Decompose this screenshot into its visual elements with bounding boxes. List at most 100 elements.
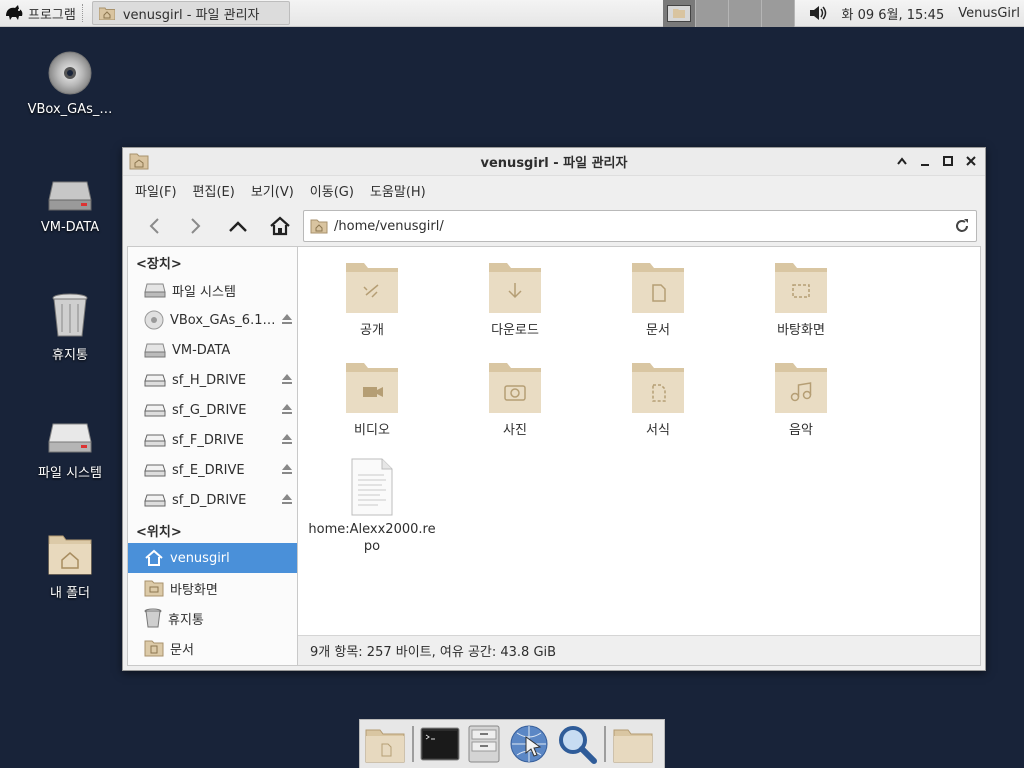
drive-icon	[144, 283, 166, 298]
show-desktop-icon[interactable]	[364, 724, 406, 764]
downloads-folder-icon	[489, 263, 541, 313]
folder-icon[interactable]	[612, 724, 654, 764]
network-drive-icon	[144, 434, 166, 447]
panel-separator	[81, 4, 88, 22]
desktop-icon-label: VM-DATA	[40, 220, 100, 235]
applications-menu-button[interactable]: 프로그램	[0, 0, 80, 27]
window-titlebar[interactable]: venusgirl - 파일 관리자	[123, 148, 985, 176]
menu-view[interactable]: 보기(V)	[251, 181, 294, 200]
workspace-3[interactable]	[729, 0, 763, 27]
file-label: 비디오	[354, 423, 390, 438]
eject-icon[interactable]	[281, 313, 293, 325]
file-item-desktop[interactable]: 바탕화면	[731, 259, 871, 338]
desktop-icon-vm-data[interactable]: VM-DATA	[15, 178, 125, 235]
file-item-repo[interactable]: home:Alexx2000.repo	[302, 457, 442, 555]
top-panel: 프로그램 venusgirl - 파일 관리자 화 09 6월, 15:45 V…	[0, 0, 1024, 27]
trash-icon	[144, 608, 162, 628]
icon-view[interactable]: 공개 다운로드 문서 바탕화면 비디오 사진 서식 음악 home:Alexx2…	[298, 247, 980, 635]
file-item-public[interactable]: 공개	[302, 259, 442, 338]
file-item-documents[interactable]: 문서	[588, 259, 728, 338]
desktop-icon-vbox-cd[interactable]: VBox_GAs_…	[15, 50, 125, 117]
shade-button[interactable]	[894, 153, 910, 169]
sidebar-item-desktop[interactable]: 바탕화면	[128, 573, 297, 603]
desktop-icon-label: 휴지통	[52, 348, 88, 363]
home-icon	[270, 216, 290, 236]
file-item-pictures[interactable]: 사진	[445, 359, 585, 438]
side-pane: <장치> 파일 시스템 VBox_GAs_6.1.34 VM-DATA sf_H…	[127, 246, 297, 666]
sidebar-item-home[interactable]: venusgirl	[128, 543, 297, 573]
sidebar-item-sf-e-drive[interactable]: sf_E_DRIVE	[128, 455, 297, 485]
search-icon[interactable]	[556, 723, 598, 765]
menu-help[interactable]: 도움말(H)	[370, 181, 426, 200]
file-item-downloads[interactable]: 다운로드	[445, 259, 585, 338]
home-folder-icon	[310, 219, 328, 234]
file-item-templates[interactable]: 서식	[588, 359, 728, 438]
cd-icon	[48, 51, 92, 95]
workspace-4[interactable]	[762, 0, 796, 27]
parent-folder-button[interactable]	[217, 208, 259, 244]
back-button[interactable]	[133, 208, 175, 244]
arrow-back-icon	[149, 218, 159, 234]
location-bar[interactable]: /home/venusgirl/	[303, 210, 977, 242]
sidebar-item-sf-d-drive[interactable]: sf_D_DRIVE	[128, 485, 297, 515]
volume-icon[interactable]	[809, 5, 827, 21]
close-icon	[966, 156, 976, 166]
eject-icon[interactable]	[281, 403, 293, 415]
eject-icon[interactable]	[281, 463, 293, 475]
network-drive-icon	[144, 404, 166, 417]
workspace-1[interactable]	[663, 0, 697, 27]
minimize-button[interactable]	[917, 153, 933, 169]
sidebar-item-documents[interactable]: 문서	[128, 633, 297, 663]
minimize-icon	[921, 164, 929, 166]
mini-folder-icon	[673, 9, 686, 18]
dock-separator	[604, 726, 606, 762]
taskbar-window-button[interactable]: venusgirl - 파일 관리자	[91, 1, 290, 25]
maximize-button[interactable]	[940, 153, 956, 169]
dock-separator	[412, 726, 414, 762]
home-button[interactable]	[259, 208, 301, 244]
menu-bar: 파일(F) 편집(E) 보기(V) 이동(G) 도움말(H)	[123, 176, 985, 204]
desktop-icon-filesystem[interactable]: 파일 시스템	[15, 420, 125, 481]
sidebar-item-vm-data[interactable]: VM-DATA	[128, 335, 297, 365]
eject-icon[interactable]	[281, 493, 293, 505]
location-path[interactable]: /home/venusgirl/	[334, 219, 948, 234]
desktop-icon-home[interactable]: 내 폴더	[15, 530, 125, 601]
workspace-2[interactable]	[696, 0, 730, 27]
music-folder-icon	[775, 363, 827, 413]
file-manager-icon[interactable]	[466, 724, 502, 764]
menu-edit[interactable]: 편집(E)	[193, 181, 235, 200]
forward-button[interactable]	[175, 208, 217, 244]
menu-go[interactable]: 이동(G)	[310, 181, 354, 200]
file-label: 바탕화면	[777, 323, 825, 338]
eject-icon[interactable]	[281, 373, 293, 385]
file-label: 서식	[646, 423, 670, 438]
reload-icon[interactable]	[954, 218, 970, 234]
user-menu[interactable]: VenusGirl	[958, 6, 1020, 21]
maximize-icon	[943, 156, 953, 166]
desktop-folder-icon	[144, 580, 164, 597]
window-title: venusgirl - 파일 관리자	[480, 156, 628, 171]
desktop-icon-trash[interactable]: 휴지통	[15, 292, 125, 363]
web-browser-icon[interactable]	[508, 723, 550, 765]
eject-icon[interactable]	[281, 433, 293, 445]
file-item-music[interactable]: 음악	[731, 359, 871, 438]
sidebar-item-filesystem[interactable]: 파일 시스템	[128, 275, 297, 305]
network-drive-icon	[144, 464, 166, 477]
clock[interactable]: 화 09 6월, 15:45	[841, 4, 944, 23]
sidebar-item-trash[interactable]: 휴지통	[128, 603, 297, 633]
home-icon	[145, 549, 163, 566]
close-button[interactable]	[963, 153, 979, 169]
menu-file[interactable]: 파일(F)	[135, 181, 177, 200]
documents-folder-icon	[632, 263, 684, 313]
sidebar-item-vbox-cd[interactable]: VBox_GAs_6.1.34	[128, 305, 297, 335]
sidebar-item-sf-h-drive[interactable]: sf_H_DRIVE	[128, 365, 297, 395]
status-bar: 9개 항목: 257 바이트, 여유 공간: 43.8 GiB	[298, 635, 980, 665]
terminal-icon[interactable]	[420, 726, 460, 762]
sidebar-item-sf-g-drive[interactable]: sf_G_DRIVE	[128, 395, 297, 425]
sidebar-item-sf-f-drive[interactable]: sf_F_DRIVE	[128, 425, 297, 455]
dock-panel	[359, 719, 665, 768]
workspace-switcher[interactable]	[663, 0, 796, 27]
file-item-videos[interactable]: 비디오	[302, 359, 442, 438]
desktop-folder-icon	[775, 263, 827, 313]
places-header: <위치>	[136, 525, 182, 540]
